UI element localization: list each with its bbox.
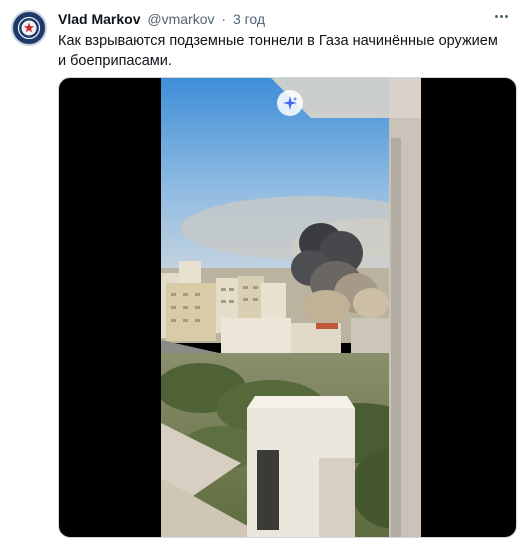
author-name[interactable]: Vlad Markov — [58, 11, 140, 27]
tweet-video[interactable] — [58, 77, 517, 538]
tweet-text: Как взрываются подземные тоннели в Газа … — [58, 33, 498, 69]
header-separator: · — [221, 11, 227, 27]
author-handle[interactable]: @vmarkov — [147, 11, 214, 27]
sparkle-glyph — [283, 96, 298, 110]
cia-seal-icon — [15, 14, 43, 42]
video-image — [161, 78, 421, 537]
sparkle-icon[interactable] — [277, 90, 303, 116]
avatar[interactable] — [11, 10, 47, 46]
video-frame[interactable] — [161, 78, 421, 537]
more-options-icon[interactable] — [491, 6, 511, 26]
tweet-timestamp[interactable]: 3 год — [233, 11, 265, 27]
tweet-header: Vlad Markov @vmarkov · 3 год — [58, 10, 265, 28]
